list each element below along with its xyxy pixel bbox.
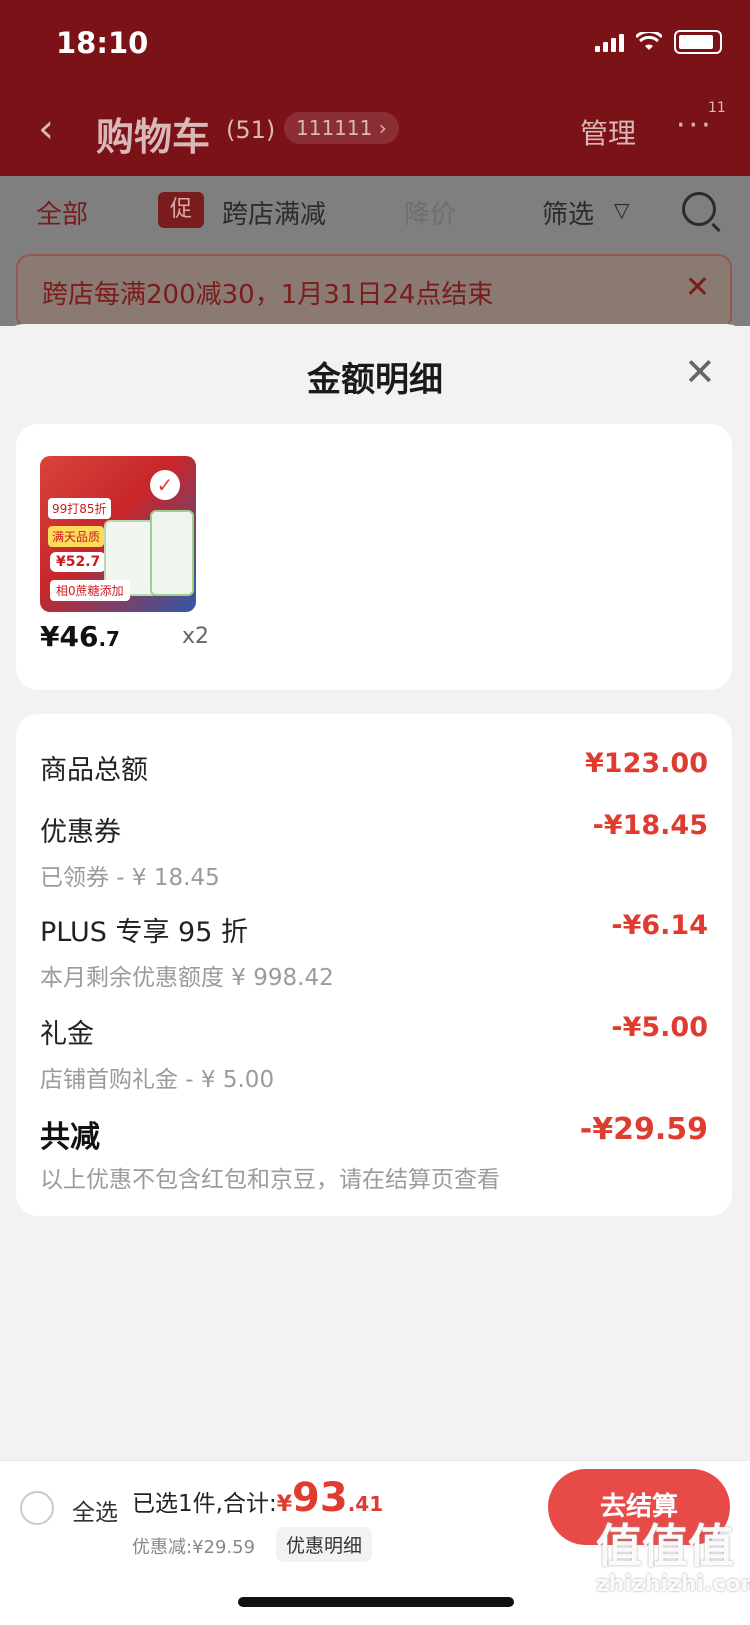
tab-price-drop[interactable]: 降价 — [404, 194, 456, 231]
currency-symbol: ¥ — [276, 1492, 293, 1517]
product-price: ¥46.7 — [40, 620, 120, 653]
amount-detail-sheet: 金额明细 ✕ ✓ 99打85折 满天品质 ¥52.7 相0蔗糖添加 ¥46.7 … — [0, 324, 750, 1624]
check-icon: ✓ — [150, 470, 180, 500]
page-title: 购物车 — [96, 115, 211, 159]
tab-cross-store[interactable]: 跨店满减 — [222, 194, 326, 231]
address-pill[interactable]: 111111 › — [284, 112, 399, 144]
message-badge: 11 — [708, 100, 726, 116]
status-icons — [595, 30, 722, 54]
status-time: 18:10 — [56, 26, 149, 60]
image-price-tag: ¥52.7 — [50, 552, 107, 572]
discount-detail-button[interactable]: 优惠明细 — [276, 1527, 373, 1562]
row-label: 优惠券 — [40, 817, 121, 848]
promo-banner: 跨店每满200减30，1月31日24点结束 ✕ — [16, 254, 732, 330]
cart-nav-bar: ‹ 购物车 (51) 111111 › 管理 ··· 11 — [0, 100, 750, 160]
battery-icon — [674, 30, 722, 54]
dimmed-filter-area: 全部 促 跨店满减 降价 筛选 ▽ 跨店每满200减30，1月31日24点结束 … — [0, 176, 750, 330]
row-sub: 已领券 - ¥ 18.45 — [40, 865, 220, 891]
site-watermark: 值值值 zhizhizhi.com — [596, 1520, 750, 1597]
row-sub: 以上优惠不包含红包和京豆，请在结算页查看 — [40, 1167, 500, 1193]
promo-banner-text: 跨店每满200减30，1月31日24点结束 — [42, 280, 494, 310]
image-tag: 满天品质 — [48, 526, 105, 547]
product-card: ✓ 99打85折 满天品质 ¥52.7 相0蔗糖添加 ¥46.7 x2 — [16, 424, 732, 690]
tab-all[interactable]: 全部 — [36, 194, 88, 231]
row-value: ¥123.00 — [585, 748, 708, 779]
row-label: 共减 — [40, 1120, 100, 1155]
price-decimal: .7 — [98, 627, 120, 651]
image-tag: 99打85折 — [48, 498, 111, 519]
milk-box-graphic — [150, 510, 194, 596]
back-icon[interactable]: ‹ — [38, 106, 54, 152]
tab-filter[interactable]: 筛选 — [542, 194, 594, 231]
row-value: -¥18.45 — [592, 810, 708, 841]
price-integer: ¥46 — [40, 620, 99, 653]
product-quantity: x2 — [182, 624, 210, 649]
search-icon[interactable] — [682, 192, 716, 226]
row-label: 商品总额 — [40, 755, 148, 786]
total-summary: 已选1件,合计:¥93.41 — [132, 1475, 383, 1521]
select-all-label[interactable]: 全选 — [72, 1493, 118, 1527]
row-sub: 本月剩余优惠额度 ¥ 998.42 — [40, 965, 334, 991]
row-value: -¥6.14 — [611, 910, 708, 941]
row-value: -¥29.59 — [579, 1112, 708, 1147]
filter-tabs: 全部 促 跨店满减 降价 筛选 ▽ — [0, 192, 750, 244]
funnel-icon[interactable]: ▽ — [614, 198, 629, 222]
image-tag: 相0蔗糖添加 — [50, 580, 130, 601]
row-label: PLUS 专享 95 折 — [40, 917, 248, 948]
row-label: 礼金 — [40, 1019, 94, 1050]
cart-count: (51) — [226, 116, 276, 144]
status-bar: 18:10 — [0, 0, 750, 88]
row-value: -¥5.00 — [611, 1012, 708, 1043]
close-icon[interactable]: ✕ — [685, 270, 710, 305]
row-sub: 店铺首购礼金 - ¥ 5.00 — [40, 1067, 275, 1093]
total-amount-integer: 93 — [292, 1475, 348, 1521]
watermark-logo: 值值值 — [596, 1519, 734, 1573]
sheet-title: 金额明细 — [307, 360, 443, 400]
signal-icon — [595, 32, 624, 52]
product-image[interactable]: ✓ 99打85折 满天品质 ¥52.7 相0蔗糖添加 — [40, 456, 196, 612]
amount-detail-card: 商品总额 ¥123.00 优惠券 -¥18.45 已领券 - ¥ 18.45 P… — [16, 714, 732, 1216]
watermark-url: zhizhizhi.com — [596, 1572, 750, 1597]
home-indicator — [238, 1597, 514, 1607]
total-amount-decimal: .41 — [347, 1492, 384, 1516]
select-all-checkbox[interactable] — [20, 1491, 54, 1525]
manage-button[interactable]: 管理 — [580, 112, 636, 152]
selected-label: 已选1件,合计: — [132, 1491, 277, 1517]
promo-badge: 促 — [158, 192, 204, 228]
wifi-icon — [636, 32, 662, 50]
discount-amount: 优惠减:¥29.59 — [132, 1537, 256, 1558]
close-icon[interactable]: ✕ — [684, 350, 716, 394]
